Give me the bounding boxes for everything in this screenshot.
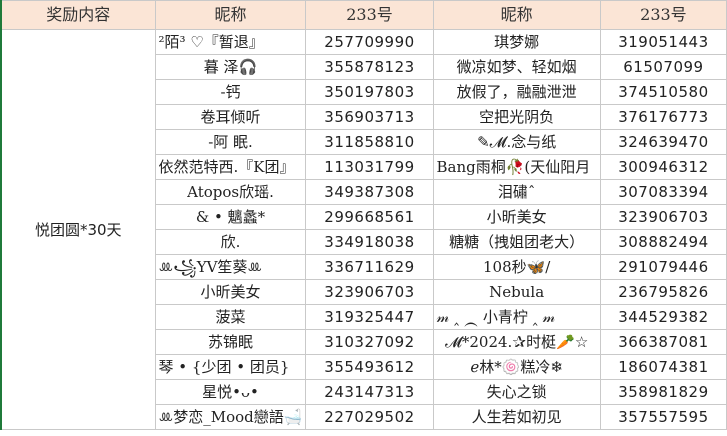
nickname-cell: 放假了，融融泄泄: [432, 79, 601, 105]
nickname-cell: 小昕美女: [154, 279, 307, 305]
nickname-cell: 微凉如梦、轻如烟: [432, 54, 601, 80]
nickname-cell: 𝓜*2024.✰时梃🥕☆: [432, 329, 601, 355]
nickname-cell: 琪梦娜: [432, 29, 601, 55]
nickname-cell: 108秒🦋/: [432, 254, 601, 280]
id-cell: 300946312: [599, 154, 727, 180]
nickname-cell: & • 魑蠡*: [154, 204, 307, 230]
header-id-2: 233号: [599, 0, 727, 30]
nickname-cell: 琴 • {少团 • 团员}: [154, 354, 307, 380]
id-cell: 257709990: [305, 29, 434, 55]
id-cell: 61507099: [599, 54, 727, 80]
nickname-cell: 小昕美女: [432, 204, 601, 230]
id-cell: 310327092: [305, 329, 434, 355]
id-cell: 349387308: [305, 179, 434, 205]
nickname-cell: Atopos欣瑶.: [154, 179, 307, 205]
nickname-cell: Nebula: [432, 279, 601, 305]
nickname-cell: ℯ林*🍥糕冷❄: [432, 354, 601, 380]
nickname-cell: 暮 泽🎧: [154, 54, 307, 80]
header-row: 奖励内容 昵称 233号 昵称 233号: [0, 0, 727, 30]
id-cell: 311858810: [305, 129, 434, 155]
nickname-cell: Bang雨桐🥀(天仙阳月: [432, 154, 601, 180]
nickname-cell: 菠菜: [154, 304, 307, 330]
nickname-cell: 欣.: [154, 229, 307, 255]
id-cell: 336711629: [305, 254, 434, 280]
nickname-cell: ꔛ梦恋_Mood戀語🛁: [154, 404, 307, 430]
nickname-cell: 泪䃤ˆ: [432, 179, 601, 205]
id-cell: 376176773: [599, 104, 727, 130]
id-cell: 186074381: [599, 354, 727, 380]
id-cell: 113031799: [305, 154, 434, 180]
id-cell: 243147313: [305, 379, 434, 405]
id-cell: 374510580: [599, 79, 727, 105]
id-cell: 324639470: [599, 129, 727, 155]
nickname-cell: ²陌³ ♡『暂退』: [154, 29, 307, 55]
id-cell: 291079446: [599, 254, 727, 280]
id-cell: 358981829: [599, 379, 727, 405]
nickname-cell: 苏锦眠: [154, 329, 307, 355]
id-cell: 307083394: [599, 179, 727, 205]
header-reward: 奖励内容: [0, 0, 156, 30]
header-id-1: 233号: [305, 0, 434, 30]
header-nickname-2: 昵称: [432, 0, 601, 30]
nickname-cell: ꔛ꧁YV笙葵ꔛ: [154, 254, 307, 280]
id-cell: 350197803: [305, 79, 434, 105]
id-cell: 319051443: [599, 29, 727, 55]
id-cell: 334918038: [305, 229, 434, 255]
nickname-cell: 卷耳倾听: [154, 104, 307, 130]
nickname-cell: 空把光阴负: [432, 104, 601, 130]
table-row: 悦团圆*30天 ²陌³ ♡『暂退』 257709990 琪梦娜 319051443: [0, 29, 727, 430]
id-cell: 323906703: [599, 204, 727, 230]
nickname-cell: ✎𝓜.念与纸: [432, 129, 601, 155]
id-cell: 319325447: [305, 304, 434, 330]
id-cell: 356903713: [305, 104, 434, 130]
nickname-cell: 依然范特西.『K团』: [154, 154, 307, 180]
nickname-cell: 失心之锁: [432, 379, 601, 405]
nickname-cell: -阿 眠.: [154, 129, 307, 155]
nickname-cell: 人生若如初见: [432, 404, 601, 430]
reward-cell: 悦团圆*30天: [0, 29, 156, 430]
id-cell: 355493612: [305, 354, 434, 380]
id-cell: 357557595: [599, 404, 727, 430]
nickname-cell: -钙: [154, 79, 307, 105]
id-cell: 308882494: [599, 229, 727, 255]
nickname-cell: 𝓂 ‸ ⁔ 小青柠 ‸ 𝓂: [432, 304, 601, 330]
id-cell: 236795826: [599, 279, 727, 305]
id-cell: 323906703: [305, 279, 434, 305]
id-cell: 227029502: [305, 404, 434, 430]
header-nickname-1: 昵称: [154, 0, 307, 30]
nickname-cell: 星悦•ᴗ•: [154, 379, 307, 405]
id-cell: 355878123: [305, 54, 434, 80]
reward-table: 奖励内容 昵称 233号 昵称 233号 悦团圆*30天 ²陌³ ♡『暂退』 257…: [0, 0, 727, 430]
id-cell: 299668561: [305, 204, 434, 230]
id-cell: 344529382: [599, 304, 727, 330]
id-cell: 366387081: [599, 329, 727, 355]
nickname-cell: 糖糖（拽姐团老大）: [432, 229, 601, 255]
